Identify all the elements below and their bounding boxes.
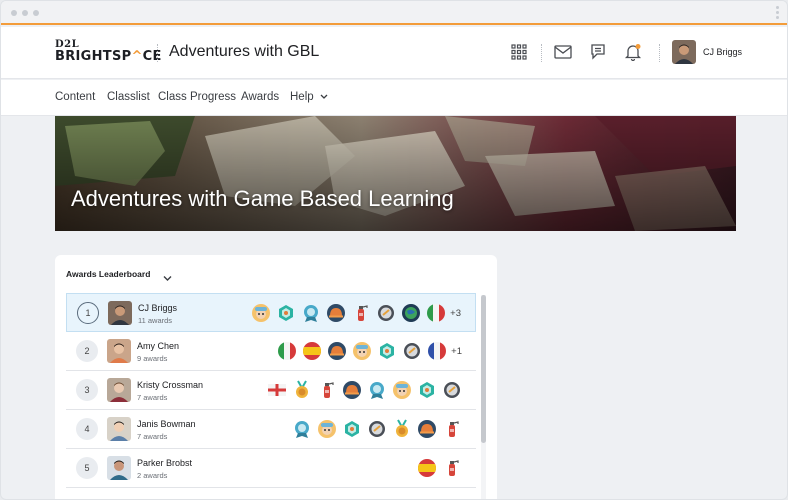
student-name[interactable]: Parker Brobst <box>137 458 192 468</box>
student-name[interactable]: Kristy Crossman <box>137 380 203 390</box>
award-badges <box>262 380 462 400</box>
window-dot-icon <box>11 10 17 16</box>
leaderboard-row[interactable]: 1 CJ Briggs 11 awards +3 <box>66 293 476 332</box>
avatar[interactable] <box>108 301 132 325</box>
hardhat-award-icon[interactable] <box>417 419 437 439</box>
italy-award-icon[interactable] <box>277 341 297 361</box>
chevron-down-icon <box>320 94 328 99</box>
course-banner: Adventures with Game Based Learning <box>55 116 736 231</box>
banner-title: Adventures with Game Based Learning <box>71 186 454 211</box>
puzzle-banner-image <box>55 116 736 231</box>
key-award-icon[interactable] <box>292 419 312 439</box>
top-header: D2L BRIGHTSP^CE Adventures with GBL CJ B… <box>1 27 787 79</box>
avatar[interactable] <box>107 456 131 480</box>
widget-title: Awards Leaderboard <box>66 269 151 279</box>
explorer-award-icon[interactable] <box>352 341 372 361</box>
extinguisher-award-icon[interactable] <box>442 419 462 439</box>
more-awards-count[interactable]: +3 <box>450 308 461 319</box>
extinguisher-award-icon[interactable] <box>317 380 337 400</box>
target-award-icon[interactable] <box>342 419 362 439</box>
nav-item-classlist[interactable]: Classlist <box>107 91 150 103</box>
header-divider <box>659 44 660 62</box>
rank-badge: 1 <box>77 302 99 324</box>
more-awards-count[interactable]: +1 <box>451 346 462 357</box>
france-award-icon[interactable] <box>427 341 447 361</box>
avatar[interactable] <box>107 378 131 402</box>
header-divider <box>541 44 542 62</box>
key-award-icon[interactable] <box>301 303 321 323</box>
leaderboard-list: 1 CJ Briggs 11 awards +3 2 Amy Chen 9 awards +1… <box>66 293 476 488</box>
award-count: 2 awards <box>137 471 168 480</box>
target-award-icon[interactable] <box>377 341 397 361</box>
award-count: 9 awards <box>137 354 168 363</box>
extinguisher-award-icon[interactable] <box>351 303 371 323</box>
scrollbar-thumb[interactable] <box>481 295 486 443</box>
rank-badge: 4 <box>76 418 98 440</box>
awards-leaderboard-widget: Awards Leaderboard 1 CJ Briggs 11 awards +3… <box>55 255 497 499</box>
globe-award-icon[interactable] <box>401 303 421 323</box>
target-award-icon[interactable] <box>276 303 296 323</box>
brightspace-logo[interactable]: D2L BRIGHTSP^CE <box>55 39 162 64</box>
spain-award-icon[interactable] <box>302 341 322 361</box>
browser-toolbar <box>1 1 787 25</box>
award-badges: +3 <box>246 303 461 323</box>
extinguisher-award-icon[interactable] <box>442 458 462 478</box>
nav-item-awards[interactable]: Awards <box>241 91 279 103</box>
shield-award-icon[interactable] <box>376 303 396 323</box>
award-count: 7 awards <box>137 393 168 402</box>
window-dot-icon <box>22 10 28 16</box>
explorer-award-icon[interactable] <box>392 380 412 400</box>
award-badges <box>412 458 462 478</box>
browser-window: D2L BRIGHTSP^CE Adventures with GBL CJ B… <box>0 0 788 500</box>
user-name[interactable]: CJ Briggs <box>703 47 742 57</box>
window-dot-icon <box>33 10 39 16</box>
leaderboard-row[interactable]: 3 Kristy Crossman 7 awards <box>66 371 476 410</box>
england-award-icon[interactable] <box>267 380 287 400</box>
discussions-icon[interactable] <box>587 41 609 63</box>
leaderboard-row[interactable]: 2 Amy Chen 9 awards +1 <box>66 332 476 371</box>
student-name[interactable]: Janis Bowman <box>137 419 196 429</box>
leaderboard-row[interactable]: 5 Parker Brobst 2 awards <box>66 449 476 488</box>
rank-badge: 5 <box>76 457 98 479</box>
award-count: 11 awards <box>138 316 173 325</box>
italy-award-icon[interactable] <box>426 303 446 323</box>
widget-menu-chevron-icon[interactable] <box>163 269 172 287</box>
nav-item-help[interactable]: Help <box>290 91 328 103</box>
header-divider <box>157 44 158 62</box>
course-title[interactable]: Adventures with GBL <box>169 43 319 61</box>
explorer-award-icon[interactable] <box>251 303 271 323</box>
student-name[interactable]: CJ Briggs <box>138 303 177 313</box>
avatar[interactable] <box>107 339 131 363</box>
key-award-icon[interactable] <box>367 380 387 400</box>
medal-award-icon[interactable] <box>292 380 312 400</box>
hardhat-award-icon[interactable] <box>326 303 346 323</box>
nav-item-class-progress[interactable]: Class Progress <box>158 91 236 103</box>
nav-item-help-label: Help <box>290 91 314 103</box>
spain-award-icon[interactable] <box>417 458 437 478</box>
explorer-award-icon[interactable] <box>317 419 337 439</box>
avatar[interactable] <box>107 417 131 441</box>
shield-award-icon[interactable] <box>367 419 387 439</box>
award-badges: +1 <box>272 341 462 361</box>
medal-award-icon[interactable] <box>392 419 412 439</box>
award-count: 7 awards <box>137 432 168 441</box>
hardhat-award-icon[interactable] <box>342 380 362 400</box>
award-badges <box>287 419 462 439</box>
logo-brightspace-text: BRIGHTSP^CE <box>55 49 162 64</box>
mail-icon[interactable] <box>552 41 574 63</box>
hardhat-award-icon[interactable] <box>327 341 347 361</box>
leaderboard-row[interactable]: 4 Janis Bowman 7 awards <box>66 410 476 449</box>
rank-badge: 2 <box>76 340 98 362</box>
kebab-menu-icon[interactable] <box>776 6 779 21</box>
course-navbar: Content Classlist Class Progress Awards … <box>1 80 787 116</box>
target-award-icon[interactable] <box>417 380 437 400</box>
shield-award-icon[interactable] <box>442 380 462 400</box>
notification-bell-icon[interactable] <box>622 41 644 63</box>
student-name[interactable]: Amy Chen <box>137 341 179 351</box>
nav-item-content[interactable]: Content <box>55 91 95 103</box>
course-selector-grid-icon[interactable] <box>508 41 530 63</box>
rank-badge: 3 <box>76 379 98 401</box>
shield-award-icon[interactable] <box>402 341 422 361</box>
user-avatar[interactable] <box>672 40 696 64</box>
